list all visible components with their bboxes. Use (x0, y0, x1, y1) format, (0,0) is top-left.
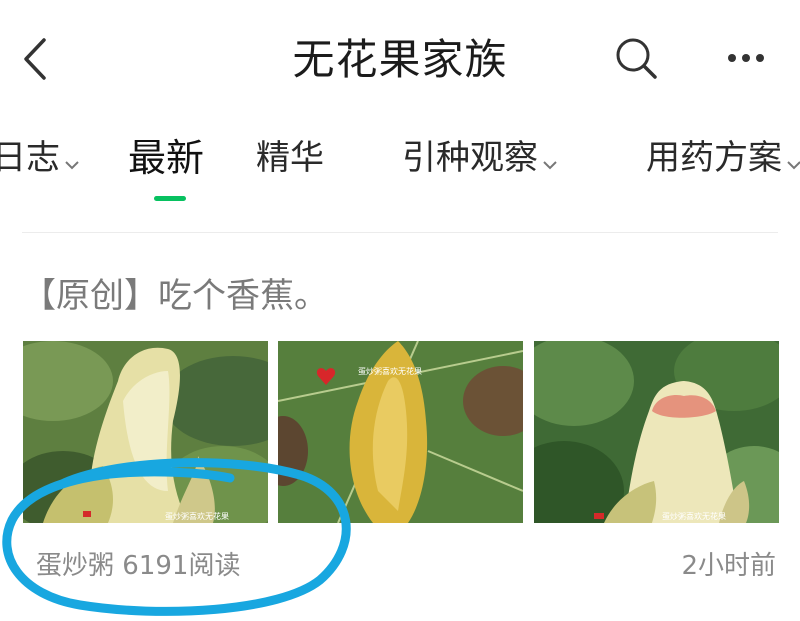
more-button[interactable] (718, 38, 774, 78)
image-watermark: 蛋炒粥喜欢无花果 (165, 511, 229, 521)
chevron-down-icon (786, 135, 800, 185)
tab-label: 最新 (128, 136, 205, 180)
divider (22, 232, 778, 233)
more-horizontal-icon (728, 54, 764, 62)
post-meta: 蛋炒粥 6191阅读 (36, 546, 240, 586)
tab-introduction-observation[interactable]: 引种观察 (402, 133, 558, 185)
tab-label: 引种观察 (402, 138, 538, 178)
active-tab-indicator (154, 196, 186, 201)
post-time: 2小时前 (681, 551, 776, 581)
post-image-3[interactable]: 蛋炒粥喜欢无花果 (534, 341, 779, 523)
tab-featured[interactable]: 精华 (256, 133, 324, 183)
post-author[interactable]: 蛋炒粥 (36, 551, 114, 581)
post-title[interactable]: 【原创】吃个香蕉。 (22, 272, 328, 320)
tab-medication-plan[interactable]: 用药方案 (646, 133, 800, 185)
search-button[interactable] (608, 30, 664, 86)
chevron-down-icon (542, 135, 558, 185)
post-read-count: 6191阅读 (122, 551, 241, 581)
tab-latest[interactable]: 最新 (128, 133, 204, 183)
image-watermark: 蛋炒粥喜欢无花果 (358, 366, 422, 376)
image-watermark: 蛋炒粥喜欢无花果 (662, 511, 726, 521)
page-title: 无花果家族 (292, 35, 508, 84)
post-image-1[interactable]: 蛋炒粥喜欢无花果 (23, 341, 268, 523)
tab-label: 用药方案 (646, 138, 782, 178)
tab-label: 日志 (0, 138, 60, 178)
post-image-2[interactable]: 蛋炒粥喜欢无花果 (278, 341, 523, 523)
tab-diary[interactable]: 日志 (0, 133, 80, 185)
chevron-down-icon (64, 135, 80, 185)
tab-label: 精华 (256, 138, 324, 178)
search-icon (616, 38, 657, 79)
